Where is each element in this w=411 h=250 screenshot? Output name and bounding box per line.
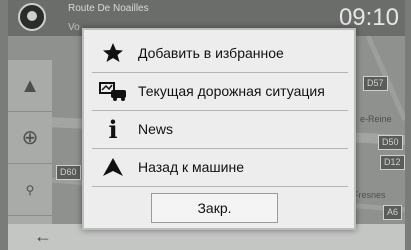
zoom-out-button[interactable]: ⚲ <box>8 164 52 216</box>
zoom-up-button[interactable]: ▲ <box>8 60 52 112</box>
back-arrow-icon[interactable]: ← <box>34 226 52 247</box>
road-sign: D60 <box>56 165 81 180</box>
road-sign: A6 <box>383 205 403 220</box>
map-sidebar: ▲ ⊕ ⚲ <box>8 60 52 224</box>
menu-item-label: Текущая дорожная ситуация <box>138 83 325 99</box>
menu-item-label: News <box>138 121 174 137</box>
magnifier-plus-icon: ⊕ <box>21 127 39 149</box>
road-sign: D50 <box>378 135 403 150</box>
menu-item-traffic[interactable]: Текущая дорожная ситуация <box>92 72 348 111</box>
road-sign: D57 <box>363 76 388 91</box>
traffic-icon <box>96 76 130 106</box>
magnifier-icon: ⚲ <box>25 183 35 197</box>
close-button[interactable]: Закр. <box>151 193 278 223</box>
menu-item-add-favorite[interactable]: Добавить в избранное <box>92 34 348 73</box>
arrow-up-icon: ▲ <box>20 75 40 97</box>
compass-icon[interactable] <box>18 3 46 31</box>
street-name: Route De Noailles <box>68 3 149 14</box>
menu-item-label: Назад к машине <box>138 159 244 175</box>
navigation-arrow-icon <box>96 152 130 182</box>
map-place-label: Fresnes <box>353 190 386 200</box>
menu-item-news[interactable]: i News <box>92 110 348 149</box>
menu-item-label: Добавить в избранное <box>138 45 284 61</box>
star-icon <box>96 38 130 68</box>
road-sign: D12 <box>380 155 405 170</box>
info-icon: i <box>108 114 118 144</box>
street-subtitle: Vo <box>68 22 80 33</box>
context-menu-dialog: Добавить в избранное Текущая дорожная си… <box>82 28 356 230</box>
menu-item-back-to-car[interactable]: Назад к машине <box>92 148 348 187</box>
map-place-label: e-Reine <box>360 114 392 124</box>
zoom-in-button[interactable]: ⊕ <box>8 112 52 164</box>
